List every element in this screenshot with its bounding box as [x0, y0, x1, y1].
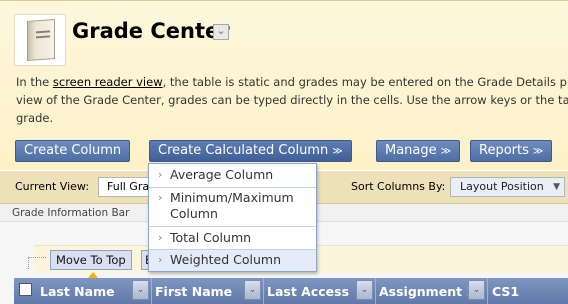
chevron-right-icon: ›: [158, 231, 163, 244]
create-column-button[interactable]: Create Column: [15, 140, 131, 162]
selection-arrow-icon: [28, 257, 46, 269]
menu-item-weighted-column[interactable]: › Weighted Column: [149, 250, 316, 271]
column-header-assignment-1[interactable]: Assignment 1: [379, 284, 475, 299]
column-options-chevron-icon[interactable]: ⌄: [132, 280, 149, 300]
grade-center-book-icon: [14, 14, 66, 66]
grade-information-bar-label: Grade Information Bar: [12, 207, 130, 219]
column-divider: [375, 278, 376, 304]
menu-item-total-column[interactable]: › Total Column: [149, 227, 316, 249]
page-description: In the screen reader view, the table is …: [16, 75, 568, 125]
sort-columns-select[interactable]: Layout Position ▼: [450, 177, 565, 197]
title-options-chevron-icon[interactable]: ⌄: [213, 24, 229, 40]
column-header-last-access[interactable]: Last Access: [267, 284, 349, 299]
chevron-down-icon: ≫: [440, 146, 452, 157]
column-header-cs1[interactable]: CS1: [492, 284, 519, 299]
sort-columns-label: Sort Columns By:: [351, 180, 446, 193]
chevron-down-icon: ≫: [332, 146, 343, 157]
chevron-right-icon: ›: [158, 168, 163, 181]
manage-button[interactable]: Manage ≫: [376, 140, 461, 162]
column-header-last-name[interactable]: Last Name: [40, 284, 115, 299]
column-divider: [487, 278, 488, 304]
column-divider: [151, 278, 152, 304]
current-view-label: Current View:: [15, 180, 90, 193]
page-title: Grade Center: [72, 19, 230, 43]
column-options-chevron-icon[interactable]: ⌄: [468, 280, 485, 300]
select-all-checkbox[interactable]: [19, 283, 32, 296]
move-to-top-button[interactable]: Move To Top: [50, 250, 132, 270]
screen-reader-view-link[interactable]: screen reader view: [53, 75, 163, 89]
menu-item-minimum-maximum-column[interactable]: › Minimum/Maximum Column: [149, 188, 316, 225]
column-options-chevron-icon[interactable]: ⌄: [356, 280, 373, 300]
column-divider: [263, 278, 264, 304]
chevron-down-icon: ≫: [532, 146, 544, 157]
column-options-chevron-icon[interactable]: ⌄: [244, 280, 261, 300]
create-calculated-column-button[interactable]: Create Calculated Column ≫: [149, 140, 352, 162]
dropdown-arrow-icon: ▼: [553, 182, 560, 192]
column-header-first-name[interactable]: First Name: [155, 284, 232, 299]
chevron-right-icon: ›: [158, 191, 163, 204]
chevron-right-icon: ›: [158, 253, 163, 266]
reports-button[interactable]: Reports ≫: [470, 140, 553, 162]
menu-item-average-column[interactable]: › Average Column: [149, 165, 316, 187]
